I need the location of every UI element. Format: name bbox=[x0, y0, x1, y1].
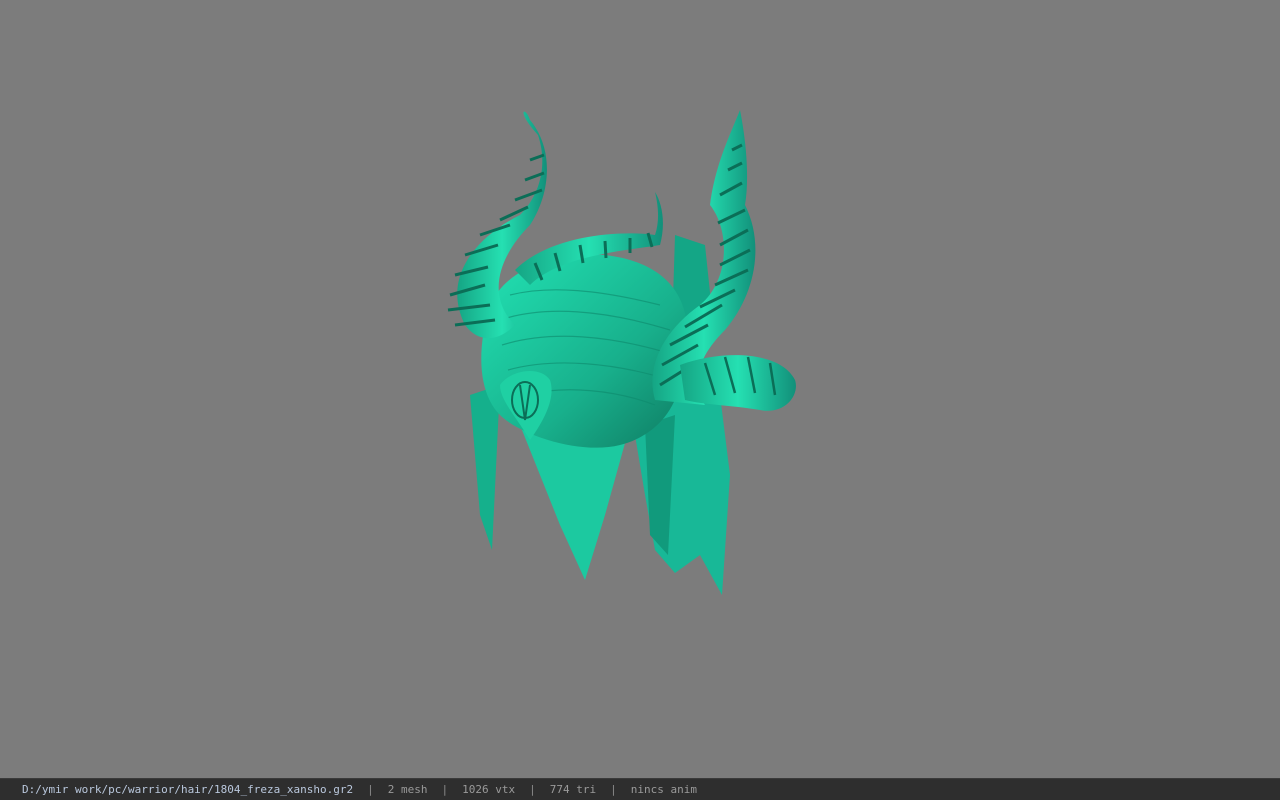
separator: | bbox=[367, 783, 374, 796]
hair-model-render bbox=[447, 110, 796, 595]
separator: | bbox=[441, 783, 449, 796]
animation-status: nincs anim bbox=[630, 783, 697, 796]
separator: | bbox=[529, 783, 536, 796]
file-path: D:/ymir work/pc/warrior/hair/1804_freza_… bbox=[22, 783, 354, 796]
separator: | bbox=[610, 783, 617, 796]
vertex-count: 1026 vtx bbox=[462, 783, 516, 796]
3d-viewport[interactable] bbox=[0, 0, 1280, 778]
mesh-count: 2 mesh bbox=[387, 783, 428, 796]
status-bar: D:/ymir work/pc/warrior/hair/1804_freza_… bbox=[0, 778, 1280, 800]
triangle-count: 774 tri bbox=[549, 783, 597, 796]
